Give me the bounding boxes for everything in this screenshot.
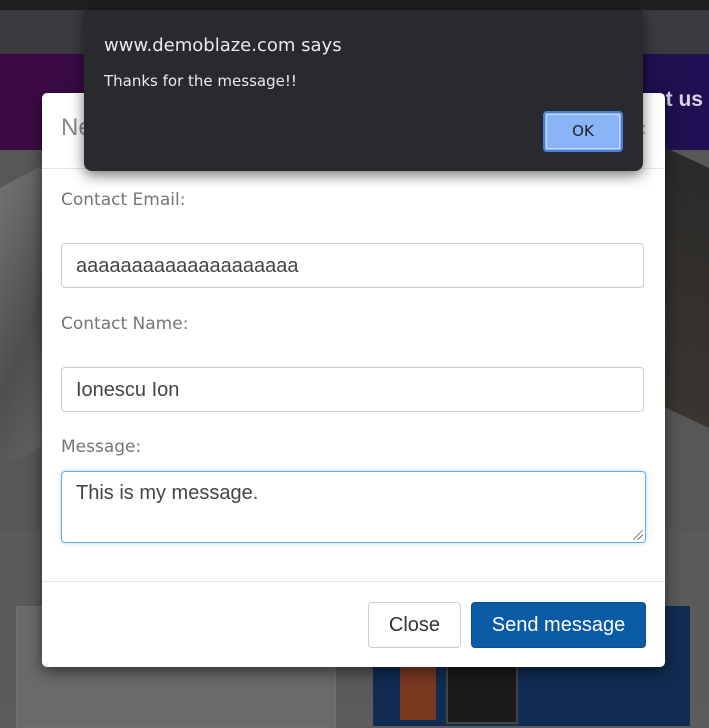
product-phone-image xyxy=(400,660,436,720)
modal-footer: Close Send message xyxy=(42,581,665,668)
browser-top-strip xyxy=(0,0,709,10)
contact-email-label: Contact Email: xyxy=(61,190,186,210)
contact-email-field[interactable]: aaaaaaaaaaaaaaaaaaaa xyxy=(61,243,644,288)
send-message-button[interactable]: Send message xyxy=(471,602,646,648)
contact-modal: Ne × Contact Email: aaaaaaaaaaaaaaaaaaaa… xyxy=(42,93,665,667)
contact-name-label: Contact Name: xyxy=(61,314,189,334)
message-textarea[interactable]: This is my message. xyxy=(61,471,646,543)
close-button[interactable]: Close xyxy=(368,602,461,648)
contact-name-field[interactable]: Ionescu Ion xyxy=(61,367,644,412)
message-text: This is my message. xyxy=(76,482,259,504)
carousel-laptop-image-right xyxy=(662,146,709,434)
browser-alert-dialog: www.demoblaze.com says Thanks for the me… xyxy=(84,10,643,171)
message-label: Message: xyxy=(61,437,142,457)
alert-ok-button[interactable]: OK xyxy=(543,111,623,152)
resize-handle-icon[interactable] xyxy=(633,530,643,540)
alert-message: Thanks for the message!! xyxy=(104,72,297,90)
alert-origin: www.demoblaze.com says xyxy=(104,35,342,56)
